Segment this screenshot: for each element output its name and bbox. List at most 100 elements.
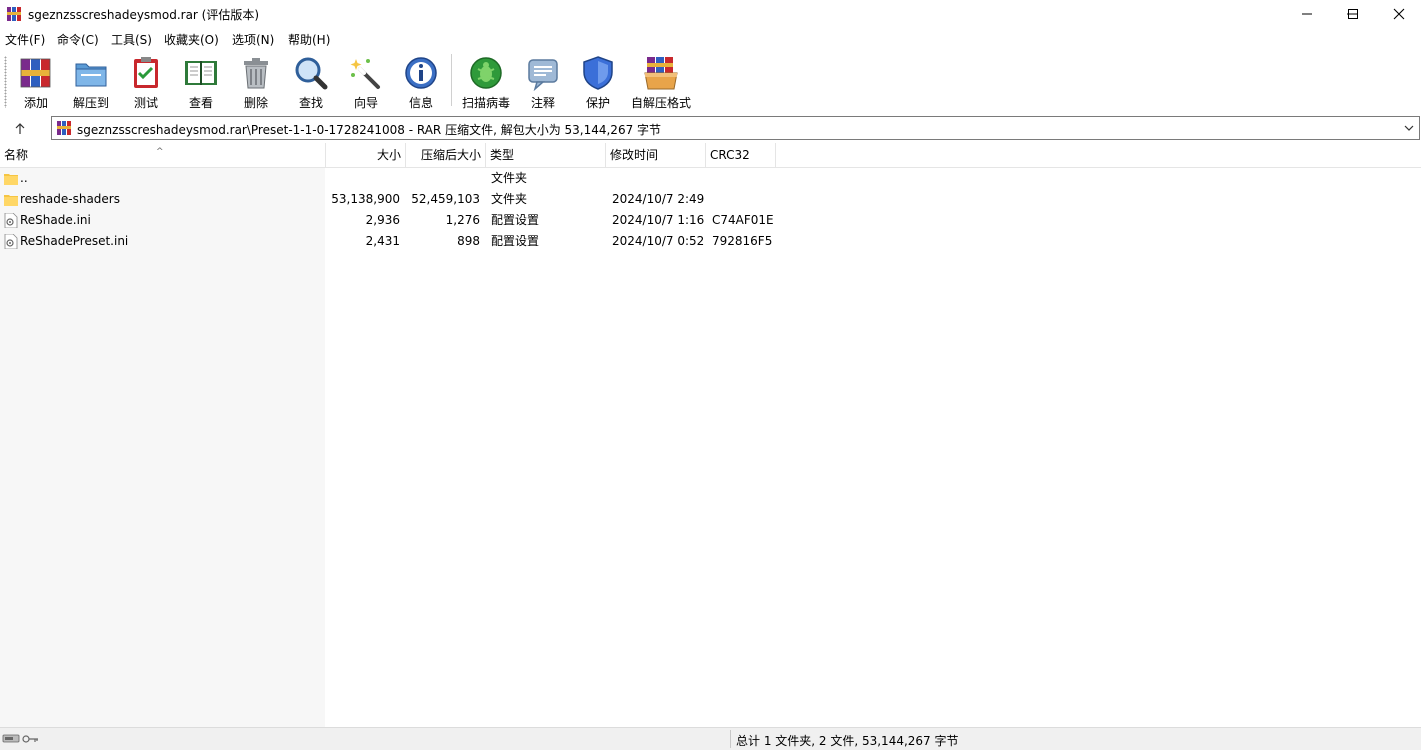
- file-name: ..: [20, 171, 28, 185]
- folder-icon: [4, 174, 18, 185]
- ini-file-icon: [4, 234, 18, 249]
- menu-tools[interactable]: 工具(S): [111, 31, 152, 48]
- folder-icon: [4, 195, 18, 206]
- scan-virus-button[interactable]: 扫描病毒: [458, 52, 514, 110]
- delete-icon: [244, 58, 268, 89]
- file-modified: 2024/10/7 2:49: [612, 192, 705, 206]
- sfx-label: 自解压格式: [630, 96, 691, 110]
- file-list: 名称 ^ 大小 压缩后大小 类型 修改时间 CRC32 .. 文件夹 resha…: [0, 143, 1421, 727]
- test-label: 测试: [133, 96, 158, 110]
- scan-virus-label: 扫描病毒: [461, 96, 510, 110]
- file-row-reshadepreset-ini[interactable]: ReShadePreset.ini 2,431 898 配置设置 2024/10…: [0, 231, 1421, 252]
- column-header-crc[interactable]: CRC32: [706, 143, 776, 167]
- maximize-icon: [1348, 9, 1358, 19]
- wizard-button[interactable]: 向导: [338, 52, 394, 110]
- menu-options[interactable]: 选项(N): [232, 31, 274, 48]
- column-header-packed-label: 压缩后大小: [420, 148, 481, 162]
- add-archive-icon: [20, 58, 51, 88]
- column-header-crc-label: CRC32: [710, 148, 750, 162]
- sfx-button[interactable]: 自解压格式: [628, 52, 694, 110]
- file-name: reshade-shaders: [20, 192, 120, 206]
- address-path: sgeznzsscreshadeysmod.rar\Preset-1-1-0-1…: [77, 123, 662, 137]
- status-summary: 总计 1 文件夹, 2 文件, 53,144,267 字节: [736, 734, 959, 748]
- delete-button[interactable]: 删除: [228, 52, 284, 110]
- drive-key-icon: [2, 734, 38, 743]
- column-header-modified[interactable]: 修改时间: [606, 143, 706, 167]
- menu-bar: 文件(F) 命令(C) 工具(S) 收藏夹(O) 选项(N) 帮助(H): [0, 28, 1421, 48]
- address-bar[interactable]: sgeznzsscreshadeysmod.rar\Preset-1-1-0-1…: [51, 116, 1420, 140]
- column-header-type[interactable]: 类型: [486, 143, 606, 167]
- file-name: ReShadePreset.ini: [20, 234, 129, 248]
- up-folder-button[interactable]: [6, 118, 34, 140]
- address-row: sgeznzsscreshadeysmod.rar\Preset-1-1-0-1…: [0, 115, 1421, 142]
- wizard-icon: [350, 59, 380, 89]
- file-modified: 2024/10/7 0:52: [612, 234, 705, 248]
- file-name: ReShade.ini: [20, 213, 91, 227]
- chevron-down-icon[interactable]: [1401, 120, 1417, 136]
- column-header-packed[interactable]: 压缩后大小: [406, 143, 486, 167]
- menu-file[interactable]: 文件(F): [5, 31, 45, 48]
- file-row-reshade-shaders[interactable]: reshade-shaders 53,138,900 52,459,103 文件…: [0, 189, 1421, 210]
- file-packed-size: 52,459,103: [411, 192, 480, 206]
- column-header-name[interactable]: 名称 ^: [0, 143, 326, 167]
- close-icon: [1393, 8, 1405, 20]
- file-row-reshade-ini[interactable]: ReShade.ini 2,936 1,276 配置设置 2024/10/7 1…: [0, 210, 1421, 231]
- sort-ascending-icon: ^: [156, 147, 164, 157]
- extract-to-button[interactable]: 解压到: [63, 52, 119, 110]
- title-bar: sgeznzsscreshadeysmod.rar (评估版本): [0, 0, 1421, 28]
- menu-favorites[interactable]: 收藏夹(O): [164, 31, 219, 48]
- arrow-up-icon: [15, 123, 25, 134]
- close-button[interactable]: [1376, 0, 1421, 28]
- menu-commands[interactable]: 命令(C): [57, 31, 99, 48]
- info-button[interactable]: 信息: [393, 52, 449, 110]
- info-icon: [405, 57, 437, 89]
- add-button[interactable]: 添加: [8, 52, 64, 110]
- file-type: 配置设置: [491, 213, 540, 227]
- extract-to-icon: [75, 63, 107, 87]
- file-type: 文件夹: [491, 171, 528, 185]
- comment-icon: [528, 59, 558, 91]
- file-crc: 792816F5: [712, 234, 773, 248]
- file-type: 配置设置: [491, 234, 540, 248]
- comment-label: 注释: [530, 96, 555, 110]
- view-button[interactable]: 查看: [173, 52, 229, 110]
- column-header-size[interactable]: 大小: [326, 143, 406, 167]
- comment-button[interactable]: 注释: [515, 52, 571, 110]
- sfx-icon: [644, 57, 678, 90]
- wizard-label: 向导: [353, 96, 378, 110]
- view-icon: [185, 61, 217, 85]
- toolbar-separator: [451, 54, 452, 106]
- toolbar-grip[interactable]: [4, 56, 7, 108]
- file-size: 2,936: [365, 213, 400, 227]
- file-packed-size: 1,276: [445, 213, 480, 227]
- column-header-size-label: 大小: [376, 148, 401, 162]
- maximize-button[interactable]: [1330, 0, 1376, 28]
- info-label: 信息: [408, 96, 433, 110]
- menu-help[interactable]: 帮助(H): [288, 31, 330, 48]
- protect-icon: [583, 56, 613, 90]
- view-label: 查看: [188, 96, 213, 110]
- protect-label: 保护: [585, 96, 610, 110]
- test-button[interactable]: 测试: [118, 52, 174, 110]
- find-label: 查找: [298, 96, 323, 110]
- file-row-parent[interactable]: .. 文件夹: [0, 168, 1421, 189]
- column-header-type-label: 类型: [490, 148, 515, 162]
- file-size: 53,138,900: [331, 192, 400, 206]
- scan-virus-icon: [470, 57, 502, 89]
- column-header-modified-label: 修改时间: [610, 148, 659, 162]
- window-title: sgeznzsscreshadeysmod.rar (评估版本): [28, 8, 260, 22]
- file-size: 2,431: [365, 234, 400, 248]
- minimize-button-main[interactable]: [1284, 0, 1330, 28]
- status-bar: 总计 1 文件夹, 2 文件, 53,144,267 字节: [0, 727, 1421, 750]
- find-button[interactable]: 查找: [283, 52, 339, 110]
- toolbar: 添加 解压到 测试 查看 删除 查找 向导 信息 扫描病毒 注释 保护 自解压格…: [0, 48, 1421, 114]
- winrar-app-icon[interactable]: [6, 6, 22, 22]
- column-header-name-label: 名称: [4, 148, 29, 162]
- protect-button[interactable]: 保护: [570, 52, 626, 110]
- file-type: 文件夹: [491, 192, 528, 206]
- add-label: 添加: [23, 96, 48, 110]
- file-modified: 2024/10/7 1:16: [612, 213, 705, 227]
- file-packed-size: 898: [457, 234, 480, 248]
- delete-label: 删除: [243, 96, 268, 110]
- list-header: 名称 ^ 大小 压缩后大小 类型 修改时间 CRC32: [0, 143, 1421, 168]
